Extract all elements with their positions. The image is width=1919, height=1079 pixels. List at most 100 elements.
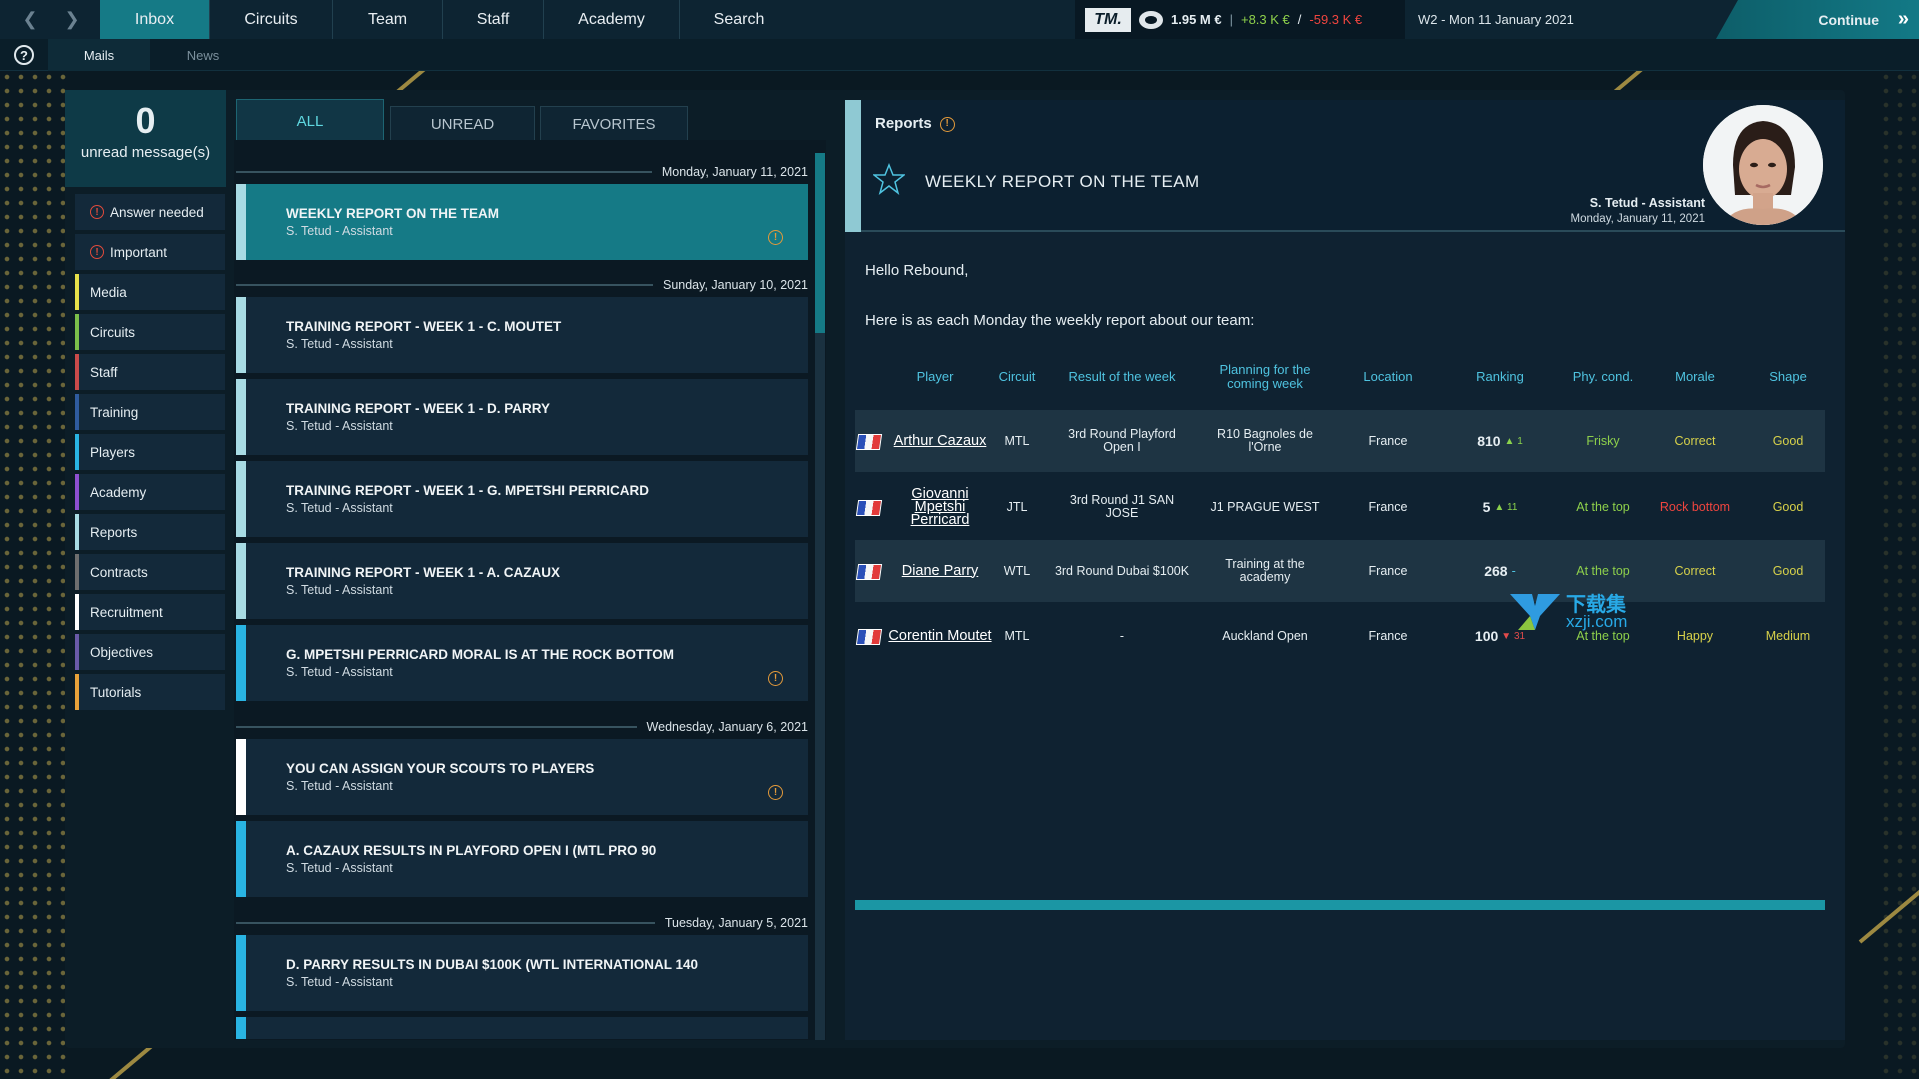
column-header-morale[interactable]: Morale — [1655, 362, 1735, 392]
date-header: Monday, January 11, 2021 — [236, 161, 808, 183]
mail-item[interactable]: TRAINING REPORT - WEEK 1 - D. PARRY S. T… — [236, 379, 808, 455]
category-label: Answer needed — [110, 204, 204, 220]
category-color-bar — [75, 434, 79, 470]
column-header-location[interactable]: Location — [1348, 362, 1428, 392]
mail-sender: S. Tetud - Assistant — [286, 337, 393, 351]
main-navigation: Inbox Circuits Team Staff Academy Search — [100, 0, 798, 39]
category-label: Training — [90, 404, 139, 420]
back-arrow-icon[interactable]: ❮ — [10, 0, 50, 39]
category-academy[interactable]: Academy — [75, 474, 225, 510]
date-divider — [236, 284, 653, 286]
balance: 1.95 M € — [1171, 12, 1222, 27]
tab-circuits[interactable]: Circuits — [210, 0, 333, 39]
category-color-bar — [75, 474, 79, 510]
tab-team[interactable]: Team — [333, 0, 443, 39]
category-label: Academy — [90, 484, 147, 500]
category-staff[interactable]: Staff — [75, 354, 225, 390]
message-greeting: Hello Rebound, — [865, 262, 969, 279]
mail-item[interactable]: TRAINING REPORT - WEEK 1 - G. MPETSHI PE… — [236, 461, 808, 537]
filter-all[interactable]: ALL — [236, 99, 384, 142]
column-header-phy-cond[interactable]: Phy. cond. — [1560, 362, 1646, 392]
location-cell: France — [1368, 563, 1408, 578]
phy-cond-cell: Frisky — [1586, 433, 1620, 448]
date-label: Wednesday, January 6, 2021 — [646, 720, 808, 734]
mail-item[interactable]: WEEKLY REPORT ON THE TEAM S. Tetud - Ass… — [236, 184, 808, 260]
category-color-bar — [75, 314, 79, 350]
category-contracts[interactable]: Contracts — [75, 554, 225, 590]
circuit-cell: MTL — [1004, 433, 1030, 448]
category-reports[interactable]: Reports — [75, 514, 225, 550]
date-header: Wednesday, January 6, 2021 — [236, 716, 808, 738]
message-category: Reports! — [875, 115, 955, 132]
mail-sender: S. Tetud - Assistant — [286, 665, 393, 679]
continue-button[interactable]: Continue » — [1716, 0, 1919, 39]
player-link[interactable]: Corentin Moutet — [885, 605, 995, 667]
category-color-bar — [75, 354, 79, 390]
filter-favorites[interactable]: FAVORITES — [540, 106, 688, 142]
column-header-ranking[interactable]: Ranking — [1460, 362, 1540, 392]
finance-summary[interactable]: TM. 1.95 M € | +8.3 K € / -59.3 K € — [1075, 0, 1405, 39]
subtab-mails[interactable]: Mails — [48, 39, 150, 71]
column-header-player[interactable]: Player — [895, 362, 975, 392]
forward-arrow-icon[interactable]: ❯ — [52, 0, 92, 39]
filter-unread[interactable]: UNREAD — [390, 106, 535, 142]
mail-item[interactable]: TRAINING REPORT - WEEK 1 - C. MOUTET S. … — [236, 297, 808, 373]
mail-list-scrollbar[interactable] — [815, 153, 825, 1040]
mail-sender: S. Tetud - Assistant — [286, 224, 393, 238]
category-strip — [236, 821, 246, 897]
mail-item[interactable] — [236, 1017, 808, 1039]
category-recruitment[interactable]: Recruitment — [75, 594, 225, 630]
player-link[interactable]: Diane Parry — [885, 540, 995, 602]
result-cell: 3rd Round Dubai $100K — [1054, 563, 1190, 578]
category-tutorials[interactable]: Tutorials — [75, 674, 225, 710]
mail-title: D. PARRY RESULTS IN DUBAI $100K (WTL INT… — [286, 957, 699, 972]
category-label: Recruitment — [90, 604, 163, 620]
column-header-shape[interactable]: Shape — [1750, 362, 1826, 392]
help-icon[interactable]: ? — [14, 45, 34, 65]
favorite-star-icon[interactable] — [873, 163, 905, 195]
category-objectives[interactable]: Objectives — [75, 634, 225, 670]
location-cell: France — [1368, 628, 1408, 643]
category-answer-needed[interactable]: ! Answer needed — [75, 194, 225, 230]
scrollbar-thumb[interactable] — [815, 153, 825, 333]
player-link[interactable]: Giovanni Mpetshi Perricard — [885, 476, 995, 538]
tab-academy[interactable]: Academy — [544, 0, 680, 39]
mail-item[interactable]: D. PARRY RESULTS IN DUBAI $100K (WTL INT… — [236, 935, 808, 1011]
mail-item[interactable]: TRAINING REPORT - WEEK 1 - A. CAZAUX S. … — [236, 543, 808, 619]
tab-search[interactable]: Search — [680, 0, 798, 39]
column-header-circuit[interactable]: Circuit — [992, 362, 1042, 392]
result-cell: 3rd Round J1 SAN JOSE — [1069, 493, 1175, 520]
category-training[interactable]: Training — [75, 394, 225, 430]
top-bar: ❮ ❯ Inbox Circuits Team Staff Academy Se… — [0, 0, 1919, 39]
mail-item[interactable]: G. MPETSHI PERRICARD MORAL IS AT THE ROC… — [236, 625, 808, 701]
mail-sender: S. Tetud - Assistant — [286, 583, 393, 597]
category-important[interactable]: ! Important — [75, 234, 225, 270]
game-date: W2 - Mon 11 January 2021 — [1418, 12, 1574, 27]
tab-inbox[interactable]: Inbox — [100, 0, 210, 39]
planning-cell: R10 Bagnoles de l'Orne — [1217, 427, 1313, 454]
category-circuits[interactable]: Circuits — [75, 314, 225, 350]
category-media[interactable]: Media — [75, 274, 225, 310]
category-color-bar — [75, 514, 79, 550]
morale-cell: Rock bottom — [1659, 499, 1731, 514]
result-cell: - — [1119, 628, 1125, 643]
mail-sender: S. Tetud - Assistant — [286, 975, 393, 989]
separator: | — [1229, 12, 1233, 27]
shape-cell: Good — [1772, 433, 1804, 448]
player-link[interactable]: Arthur Cazaux — [885, 410, 995, 472]
mail-title: TRAINING REPORT - WEEK 1 - A. CAZAUX — [286, 565, 561, 580]
mail-title: TRAINING REPORT - WEEK 1 - D. PARRY — [286, 401, 551, 416]
mail-sender: S. Tetud - Assistant — [286, 501, 393, 515]
subtab-news[interactable]: News — [152, 39, 254, 71]
column-header-result[interactable]: Result of the week — [1052, 362, 1192, 392]
ranking-cell: 5 ▲ 11 — [1445, 476, 1555, 538]
coins-icon — [1139, 10, 1163, 29]
category-strip — [236, 543, 246, 619]
column-header-planning[interactable]: Planning for the coming week — [1200, 362, 1330, 392]
category-players[interactable]: Players — [75, 434, 225, 470]
category-strip — [236, 739, 246, 815]
tab-staff[interactable]: Staff — [443, 0, 544, 39]
mail-item[interactable]: YOU CAN ASSIGN YOUR SCOUTS TO PLAYERS S.… — [236, 739, 808, 815]
mail-item[interactable]: A. CAZAUX RESULTS IN PLAYFORD OPEN I (MT… — [236, 821, 808, 897]
category-label: Staff — [90, 364, 118, 380]
